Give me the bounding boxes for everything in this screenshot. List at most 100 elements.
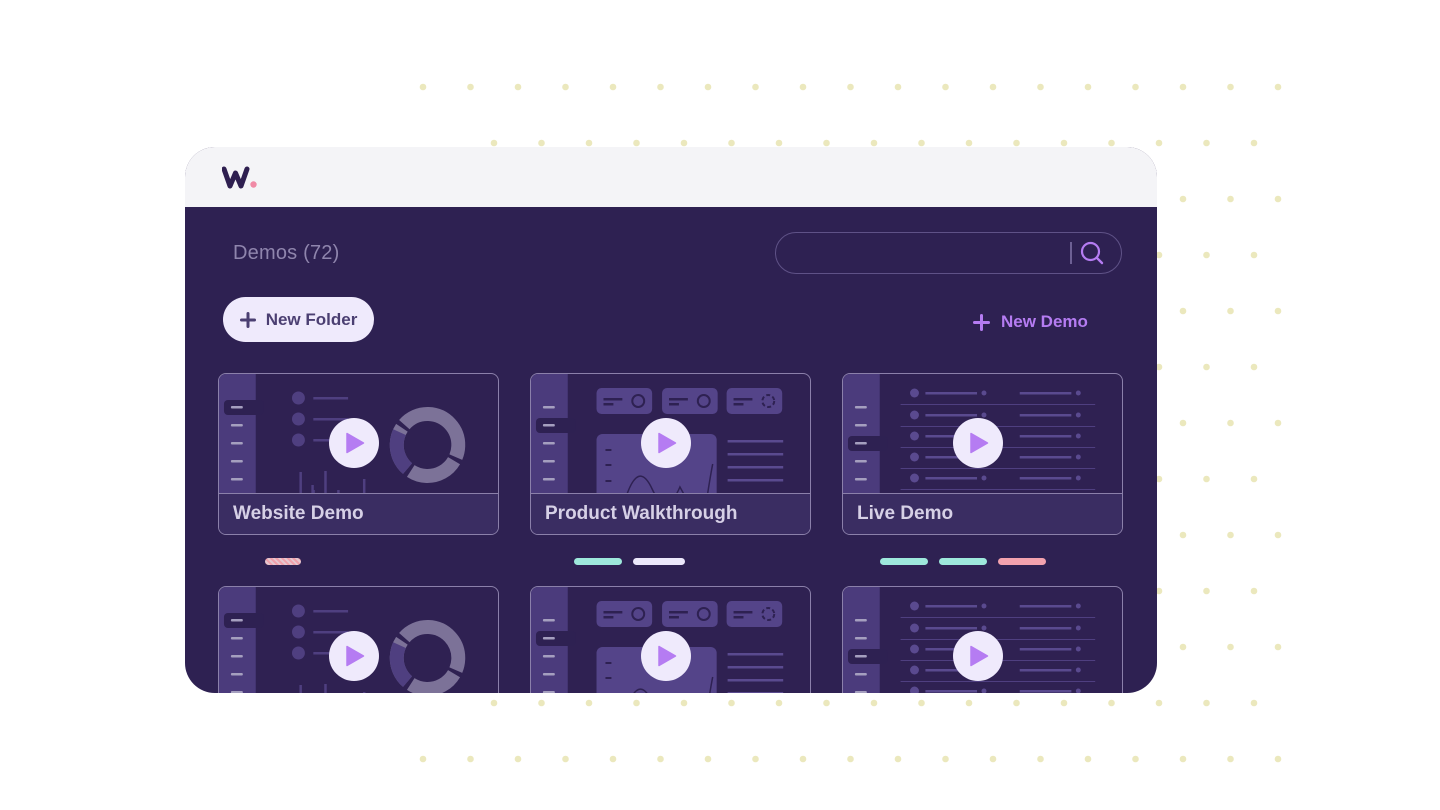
play-button[interactable]	[329, 631, 379, 681]
background-dot	[1037, 755, 1044, 763]
demo-card[interactable]	[218, 586, 499, 693]
background-dot	[823, 139, 830, 147]
background-dot	[585, 699, 593, 707]
play-icon	[346, 432, 365, 454]
background-dot	[1179, 531, 1187, 539]
brand-w-logo-icon[interactable]	[222, 165, 262, 191]
background-dot	[562, 755, 569, 763]
background-dot	[585, 139, 593, 147]
app-header	[185, 147, 1157, 207]
background-dot	[823, 699, 830, 707]
tag-pill[interactable]	[633, 558, 685, 565]
background-dot	[1274, 419, 1282, 427]
background-dot	[467, 83, 474, 91]
background-dot	[1250, 587, 1258, 595]
background-dot	[1227, 83, 1234, 91]
background-dot	[1013, 139, 1020, 147]
background-dot	[1179, 643, 1187, 651]
background-dot	[1013, 699, 1020, 707]
demo-title: Live Demo	[857, 503, 954, 524]
tag-pill[interactable]	[880, 558, 928, 565]
background-dot	[799, 755, 807, 763]
background-dot	[704, 755, 712, 763]
background-dot	[728, 699, 735, 707]
demo-card[interactable]: Live Demo	[842, 373, 1123, 535]
background-dot	[1155, 139, 1163, 147]
demo-card[interactable]	[530, 586, 811, 693]
background-dot	[1227, 195, 1234, 203]
background-dot	[918, 139, 925, 147]
demo-card[interactable]	[842, 586, 1123, 693]
background-dot	[847, 83, 854, 91]
background-dot	[1274, 307, 1282, 315]
new-demo-button[interactable]: New Demo	[973, 310, 1088, 334]
tag-pill[interactable]	[574, 558, 622, 565]
background-dot	[1250, 363, 1258, 371]
demo-tags	[574, 558, 685, 566]
tag-pill[interactable]	[998, 558, 1046, 565]
new-folder-button[interactable]: New Folder	[223, 297, 374, 342]
background-dot	[1227, 643, 1234, 651]
demo-label-bar: Product Walkthrough	[531, 493, 810, 534]
tag-pill[interactable]	[265, 558, 301, 565]
background-dot	[1108, 699, 1115, 707]
search-box[interactable]	[775, 232, 1122, 274]
background-dot	[419, 755, 427, 763]
background-dot	[1250, 475, 1258, 483]
play-button[interactable]	[953, 418, 1003, 468]
search-icon[interactable]	[1079, 240, 1105, 266]
background-dot	[657, 83, 664, 91]
app-window: Demos (72) New Folder New Demo Website D	[185, 147, 1157, 693]
demo-card[interactable]: Product Walkthrough	[530, 373, 811, 535]
demo-label-bar: Live Demo	[843, 493, 1122, 534]
demo-tags	[880, 558, 1046, 566]
background-dot	[752, 755, 759, 763]
background-dot	[775, 699, 783, 707]
background-dot	[1203, 475, 1210, 483]
search-input[interactable]	[790, 241, 1060, 265]
tag-pill[interactable]	[939, 558, 987, 565]
play-icon	[346, 645, 365, 667]
background-dot	[1108, 139, 1115, 147]
background-dot	[1203, 251, 1210, 259]
background-dot	[490, 139, 498, 147]
demo-title: Product Walkthrough	[545, 503, 738, 524]
background-dot	[1274, 531, 1282, 539]
new-demo-label: New Demo	[1001, 312, 1088, 331]
background-dot	[1203, 363, 1210, 371]
background-dot	[680, 699, 688, 707]
background-dot	[989, 83, 997, 91]
play-button[interactable]	[641, 418, 691, 468]
background-dot	[1227, 419, 1234, 427]
background-dot	[633, 139, 640, 147]
background-dot	[538, 699, 545, 707]
background-dot	[1037, 83, 1044, 91]
background-dot	[490, 699, 498, 707]
background-dot	[609, 83, 617, 91]
background-dot	[1203, 139, 1210, 147]
background-dot	[847, 755, 854, 763]
page-title: Demos (72)	[233, 242, 340, 264]
play-button[interactable]	[329, 418, 379, 468]
background-dot	[1227, 531, 1234, 539]
demo-title: Website Demo	[233, 503, 364, 524]
plus-icon	[239, 311, 256, 328]
background-dot	[1179, 195, 1187, 203]
play-icon	[658, 432, 677, 454]
background-dot	[989, 755, 997, 763]
play-button[interactable]	[641, 631, 691, 681]
background-dot	[1084, 755, 1092, 763]
background-dot	[870, 699, 878, 707]
background-dot	[1179, 307, 1187, 315]
background-dot	[965, 139, 973, 147]
background-dot	[538, 139, 545, 147]
background-dot	[419, 83, 427, 91]
demo-label-bar: Website Demo	[219, 493, 498, 534]
play-button[interactable]	[953, 631, 1003, 681]
background-dot	[467, 755, 474, 763]
background-dot	[894, 83, 902, 91]
background-dot	[657, 755, 664, 763]
background-dot	[1274, 643, 1282, 651]
demo-card[interactable]: Website Demo	[218, 373, 499, 535]
background-dot	[704, 83, 712, 91]
